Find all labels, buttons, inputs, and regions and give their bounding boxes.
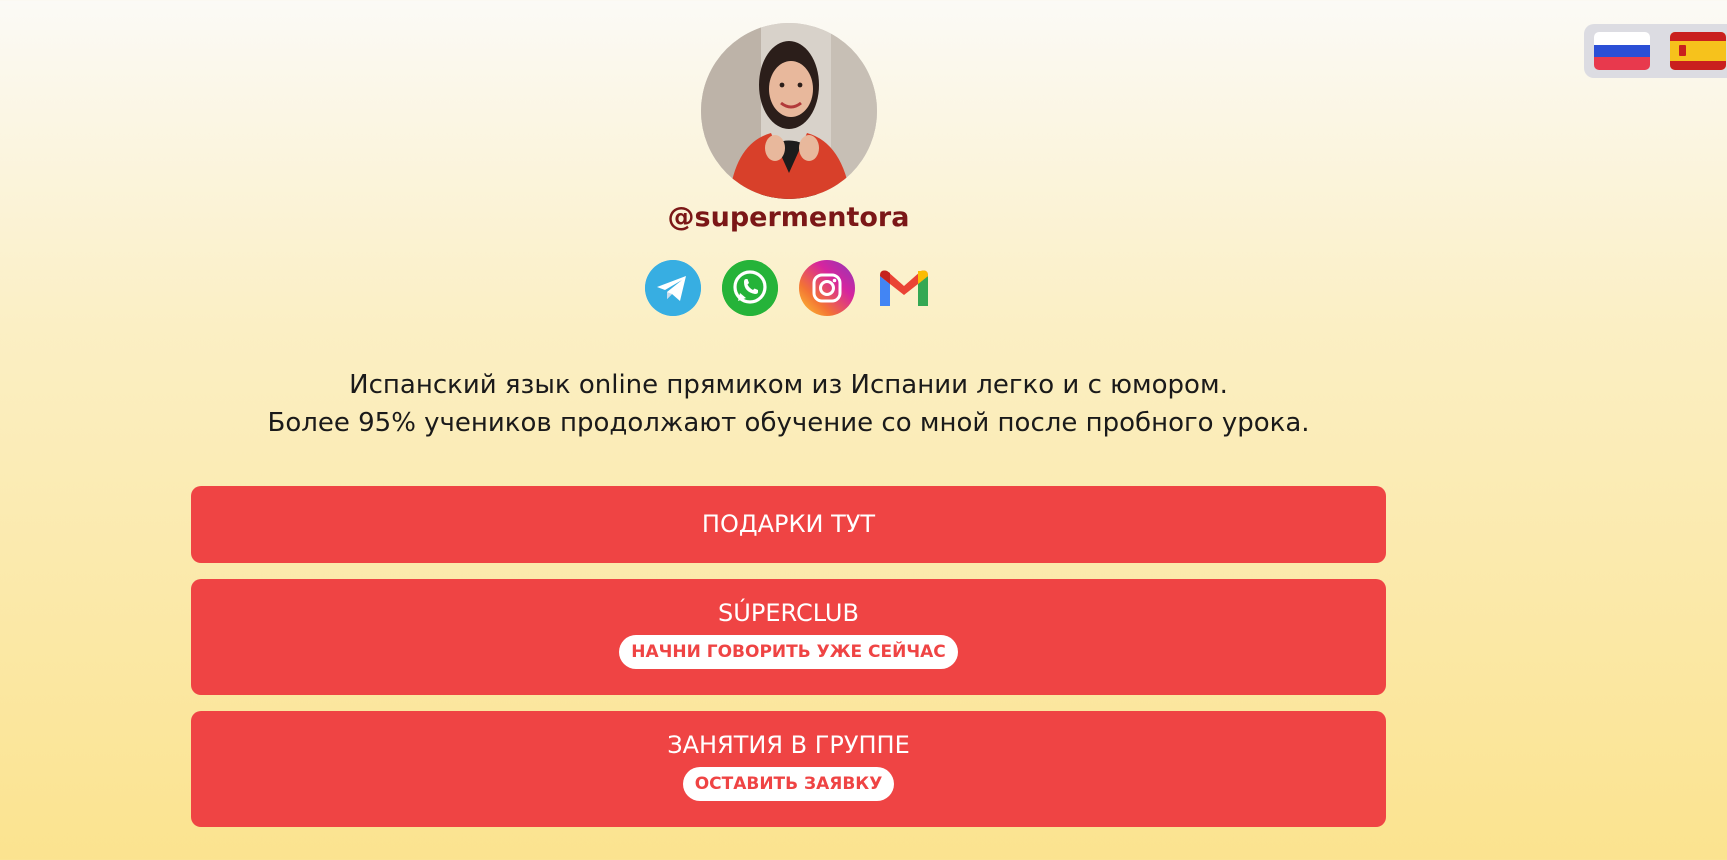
group-classes-button[interactable]: ЗАНЯТИЯ В ГРУППЕ ОСТАВИТЬ ЗАЯВКУ xyxy=(191,711,1386,827)
whatsapp-link[interactable] xyxy=(722,260,778,316)
language-switcher xyxy=(1584,24,1727,78)
superclub-button[interactable]: SÚPERCLUB НАЧНИ ГОВОРИТЬ УЖЕ СЕЙЧАС xyxy=(191,579,1386,695)
gifts-button[interactable]: ПОДАРКИ ТУТ xyxy=(191,486,1386,563)
gmail-icon xyxy=(880,270,928,306)
spanish-flag-icon[interactable] xyxy=(1670,32,1726,70)
tagline: Испанский язык online прямиком из Испани… xyxy=(0,366,1577,442)
profile-username: @supermentora xyxy=(667,202,910,233)
group-classes-button-subtitle: ОСТАВИТЬ ЗАЯВКУ xyxy=(682,767,895,801)
superclub-button-subtitle: НАЧНИ ГОВОРИТЬ УЖЕ СЕЙЧАС xyxy=(619,635,958,669)
russian-flag-icon[interactable] xyxy=(1594,32,1650,70)
tagline-line-1: Испанский язык online прямиком из Испани… xyxy=(349,370,1228,400)
instagram-icon xyxy=(812,273,842,303)
whatsapp-icon xyxy=(722,260,778,316)
social-links xyxy=(645,260,932,316)
gifts-button-label: ПОДАРКИ ТУТ xyxy=(701,510,876,538)
instagram-link[interactable] xyxy=(799,260,855,316)
gmail-link[interactable] xyxy=(876,260,932,316)
group-classes-button-label: ЗАНЯТИЯ В ГРУППЕ xyxy=(667,731,910,759)
telegram-link[interactable] xyxy=(645,260,701,316)
profile-avatar xyxy=(701,23,877,199)
superclub-button-label: SÚPERCLUB xyxy=(718,599,859,627)
tagline-line-2: Более 95% учеников продолжают обучение с… xyxy=(267,408,1310,438)
telegram-icon xyxy=(645,260,701,316)
